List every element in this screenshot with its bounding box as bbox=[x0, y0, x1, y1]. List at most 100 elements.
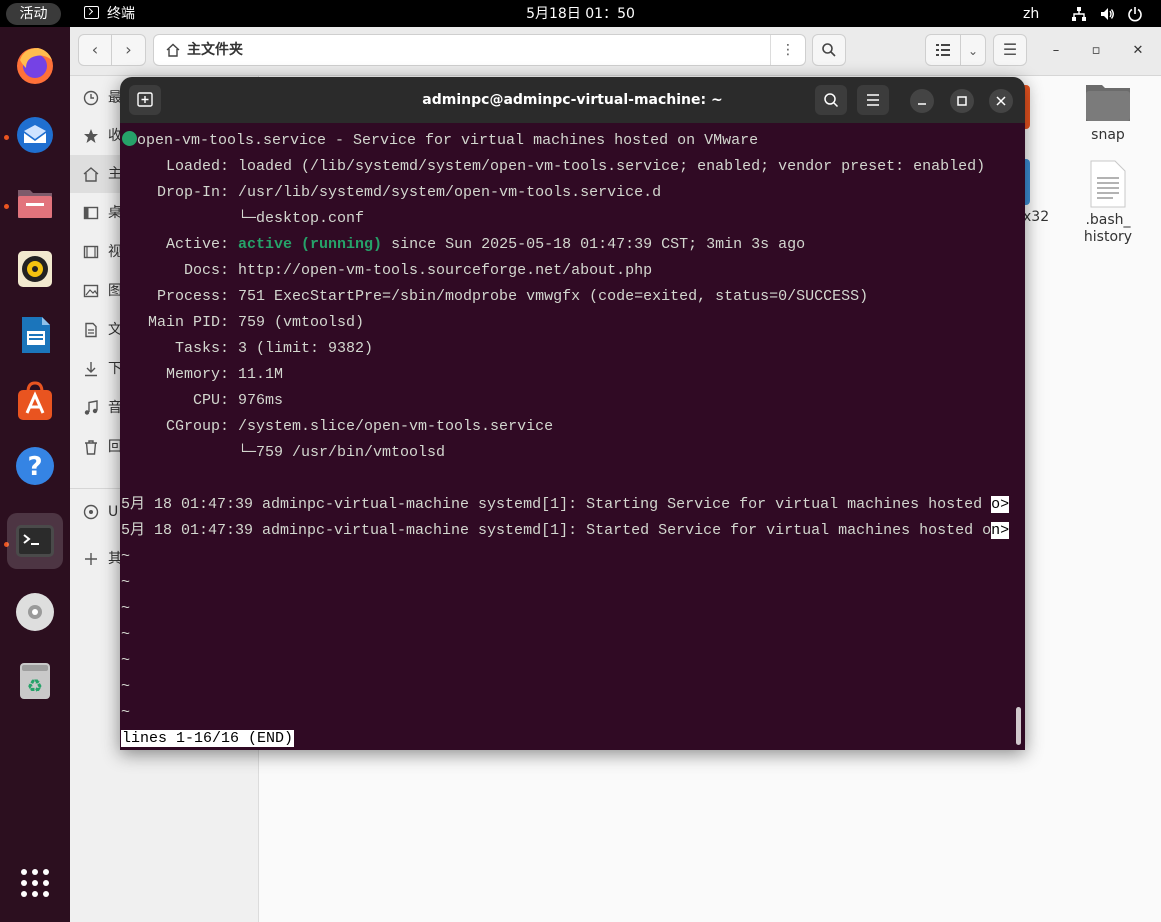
writer-icon bbox=[22, 317, 50, 353]
terminal-close-button[interactable] bbox=[989, 89, 1013, 113]
minimize-icon bbox=[918, 103, 926, 105]
search-button[interactable] bbox=[812, 34, 846, 66]
tilde-line: ~ bbox=[121, 678, 131, 695]
output-line: Process: 751 ExecStartPre=/sbin/modprobe… bbox=[121, 288, 869, 305]
disc-icon bbox=[16, 593, 54, 631]
terminal-maximize-button[interactable] bbox=[950, 89, 974, 113]
app-grid-icon bbox=[21, 869, 49, 897]
files-menu-button[interactable]: ☰ bbox=[993, 34, 1027, 66]
maximize-button[interactable]: ▫ bbox=[1086, 41, 1106, 61]
path-menu-button[interactable]: ⋮ bbox=[770, 35, 805, 65]
clock-icon bbox=[83, 90, 99, 106]
tilde-line: ~ bbox=[121, 652, 131, 669]
tilde-line: ~ bbox=[121, 626, 131, 643]
dock-trash[interactable]: ♻ bbox=[7, 653, 63, 709]
speaker-icon bbox=[18, 251, 52, 287]
dock-app-center[interactable] bbox=[7, 373, 63, 429]
terminal-minimize-button[interactable] bbox=[910, 89, 934, 113]
home-icon bbox=[166, 43, 180, 57]
terminal-search-button[interactable] bbox=[815, 85, 847, 115]
search-icon bbox=[824, 93, 839, 108]
output-line: 5月 18 01:47:39 adminpc-virtual-machine s… bbox=[121, 522, 1010, 539]
picture-icon bbox=[83, 284, 99, 298]
pager-prompt[interactable]: lines 1-16/16 (END) bbox=[121, 726, 1009, 750]
hamburger-icon bbox=[867, 94, 879, 106]
tilde-line: ~ bbox=[121, 548, 131, 565]
output-line: open-vm-tools.service - Service for virt… bbox=[121, 128, 1009, 154]
power-icon[interactable] bbox=[1127, 6, 1143, 22]
home-icon bbox=[83, 167, 99, 182]
tilde-line: ~ bbox=[121, 704, 131, 721]
thunderbird-icon bbox=[17, 117, 53, 153]
dock-firefox[interactable] bbox=[7, 37, 63, 93]
chevron-left-icon: ‹ bbox=[91, 40, 99, 59]
star-icon bbox=[84, 129, 98, 143]
terminal-menu-button[interactable] bbox=[857, 85, 889, 115]
list-icon bbox=[936, 44, 950, 56]
file-label: history bbox=[1083, 229, 1133, 245]
music-icon bbox=[84, 400, 98, 415]
terminal-headerbar: adminpc@adminpc-virtual-machine: ~ bbox=[120, 77, 1025, 123]
output-line: Tasks: 3 (limit: 9382) bbox=[121, 340, 374, 357]
view-list-button[interactable] bbox=[925, 34, 961, 66]
output-line: Active: active (running) since Sun 2025-… bbox=[121, 236, 806, 253]
output-line: Memory: 11.1M bbox=[121, 366, 284, 383]
folder-label: x32 bbox=[1023, 209, 1050, 225]
terminal-icon bbox=[16, 525, 54, 557]
dock-terminal[interactable] bbox=[7, 513, 63, 569]
download-icon bbox=[85, 362, 97, 377]
output-line: └─759 /usr/bin/vmtoolsd bbox=[121, 444, 446, 461]
output-line: CGroup: /system.slice/open-vm-tools.serv… bbox=[121, 418, 554, 435]
output-line: Main PID: 759 (vmtoolsd) bbox=[121, 314, 365, 331]
dock-rhythmbox[interactable] bbox=[7, 241, 63, 297]
video-icon bbox=[83, 245, 99, 259]
svg-text:?: ? bbox=[27, 452, 42, 482]
file-bash-history[interactable]: .bash_ history bbox=[1073, 160, 1143, 246]
document-icon bbox=[85, 322, 97, 338]
svg-text:♻: ♻ bbox=[27, 676, 43, 697]
hamburger-icon: ☰ bbox=[1002, 40, 1018, 59]
output-line: Loaded: loaded (/lib/systemd/system/open… bbox=[121, 158, 986, 175]
forward-button[interactable]: › bbox=[111, 34, 146, 66]
terminal-output[interactable]: open-vm-tools.service - Service for virt… bbox=[120, 123, 1025, 750]
back-button[interactable]: ‹ bbox=[78, 34, 112, 66]
dock-dvd[interactable] bbox=[7, 584, 63, 640]
active-status: active (running) bbox=[238, 236, 383, 253]
output-line: 5月 18 01:47:39 adminpc-virtual-machine s… bbox=[121, 496, 1010, 513]
dock-thunderbird[interactable] bbox=[7, 106, 63, 162]
clock[interactable]: 5月18日 01：50 bbox=[0, 4, 1161, 24]
trash-icon bbox=[85, 440, 97, 455]
status-dot-icon bbox=[122, 131, 137, 146]
dock-help[interactable]: ? bbox=[7, 438, 63, 494]
recycle-bin-icon: ♻ bbox=[20, 663, 50, 699]
close-button[interactable]: ✕ bbox=[1128, 41, 1148, 61]
tilde-line: ~ bbox=[121, 600, 131, 617]
output-line: └─desktop.conf bbox=[121, 210, 365, 227]
minimize-button[interactable]: – bbox=[1046, 41, 1066, 61]
folder-label: snap bbox=[1091, 127, 1125, 143]
desktop-icon bbox=[83, 206, 99, 220]
path-bar[interactable]: 主文件夹 ⋮ bbox=[153, 34, 806, 66]
network-icon[interactable] bbox=[1071, 6, 1087, 22]
folder-snap[interactable]: snap bbox=[1073, 79, 1143, 143]
dock-writer[interactable] bbox=[7, 307, 63, 363]
folder-icon bbox=[1086, 85, 1130, 121]
files-icon bbox=[18, 190, 52, 218]
output-line: Drop-In: /usr/lib/systemd/system/open-vm… bbox=[121, 184, 662, 201]
app-center-icon bbox=[18, 381, 52, 420]
chevron-right-icon: › bbox=[125, 40, 132, 59]
view-options-button[interactable]: ⌄ bbox=[960, 34, 986, 66]
tilde-line: ~ bbox=[121, 574, 131, 591]
volume-icon[interactable] bbox=[1099, 6, 1115, 22]
truncation-marker: n> bbox=[991, 522, 1010, 539]
input-method-indicator[interactable]: zh bbox=[1023, 4, 1039, 24]
top-bar: 活动 终端 5月18日 01：50 zh bbox=[0, 0, 1161, 27]
file-label: .bash_ bbox=[1085, 212, 1131, 228]
help-icon: ? bbox=[16, 447, 54, 485]
output-line: CPU: 976ms bbox=[121, 392, 284, 409]
sidebar-item-label: U bbox=[108, 504, 119, 520]
scrollbar-thumb[interactable] bbox=[1016, 707, 1021, 745]
terminal-window: adminpc@adminpc-virtual-machine: ~ open-… bbox=[120, 77, 1025, 750]
dock-files[interactable] bbox=[7, 175, 63, 231]
show-apps-button[interactable] bbox=[7, 855, 63, 911]
